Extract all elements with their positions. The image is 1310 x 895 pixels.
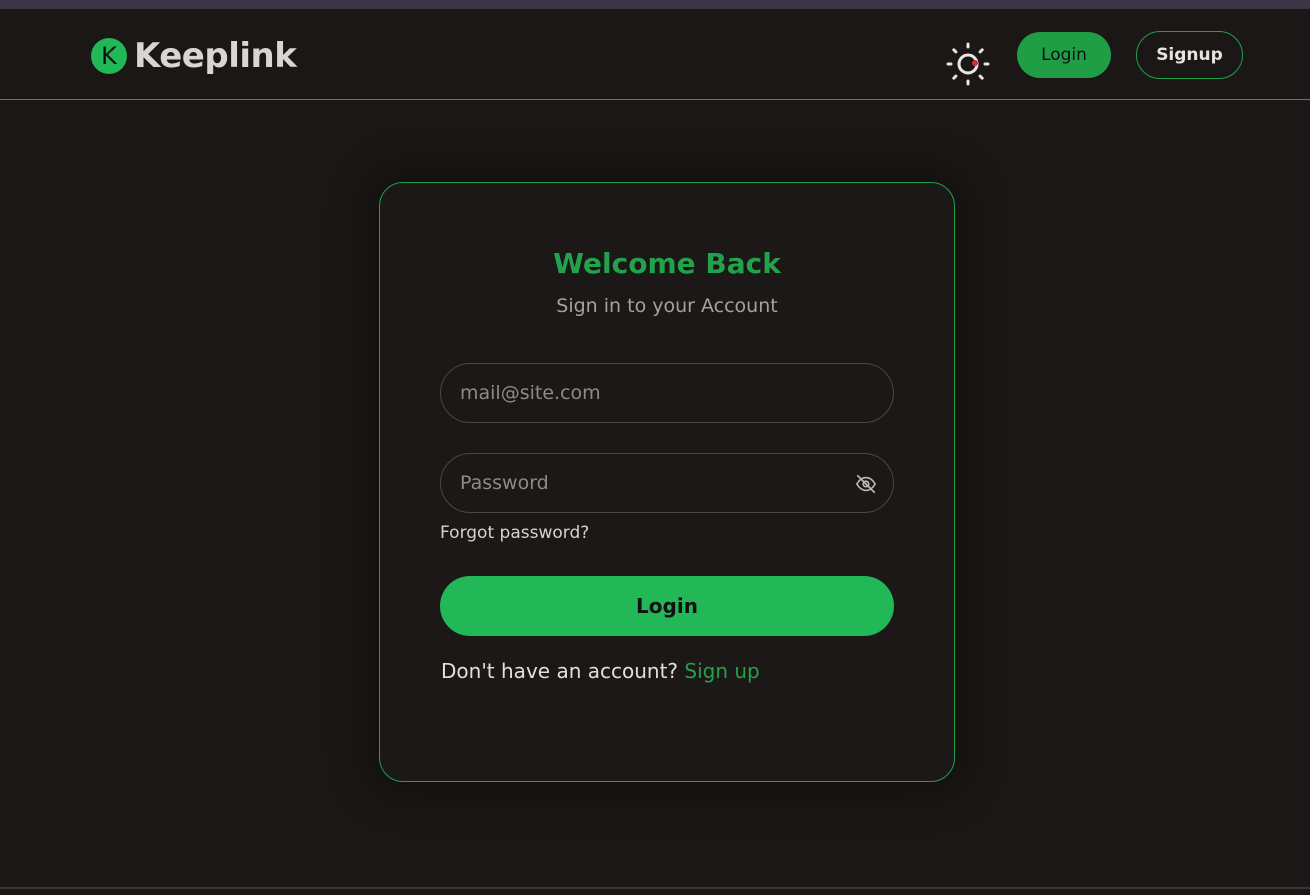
forgot-password-link[interactable]: Forgot password? — [440, 523, 589, 543]
header-login-button[interactable]: Login — [1017, 32, 1111, 78]
sun-icon — [946, 42, 990, 86]
signup-link[interactable]: Sign up — [684, 659, 759, 683]
window-top-strip — [0, 0, 1310, 9]
eye-off-icon[interactable] — [855, 473, 877, 495]
keeplink-logo-icon: K — [91, 38, 127, 74]
brand-name: Keeplink — [134, 36, 297, 76]
password-field — [440, 453, 894, 513]
toggle-indicator-dot — [972, 60, 978, 66]
logo-letter: K — [101, 42, 117, 70]
navbar: K Keeplink Login Signup — [0, 9, 1310, 100]
email-input[interactable] — [441, 364, 893, 422]
email-field — [440, 363, 894, 423]
signup-prompt-text: Don't have an account? — [441, 659, 679, 683]
card-title: Welcome Back — [553, 247, 781, 280]
header-signup-button[interactable]: Signup — [1136, 31, 1243, 79]
card-subtitle: Sign in to your Account — [556, 295, 778, 317]
login-submit-button[interactable]: Login — [440, 576, 894, 636]
login-card: Welcome Back Sign in to your Account For… — [379, 182, 955, 782]
brand-logo-link[interactable]: K Keeplink — [91, 36, 297, 76]
window-bottom-border — [0, 887, 1310, 889]
password-input[interactable] — [441, 454, 893, 512]
signup-prompt: Don't have an account? Sign up — [441, 659, 760, 683]
theme-toggle-button[interactable] — [946, 42, 990, 86]
